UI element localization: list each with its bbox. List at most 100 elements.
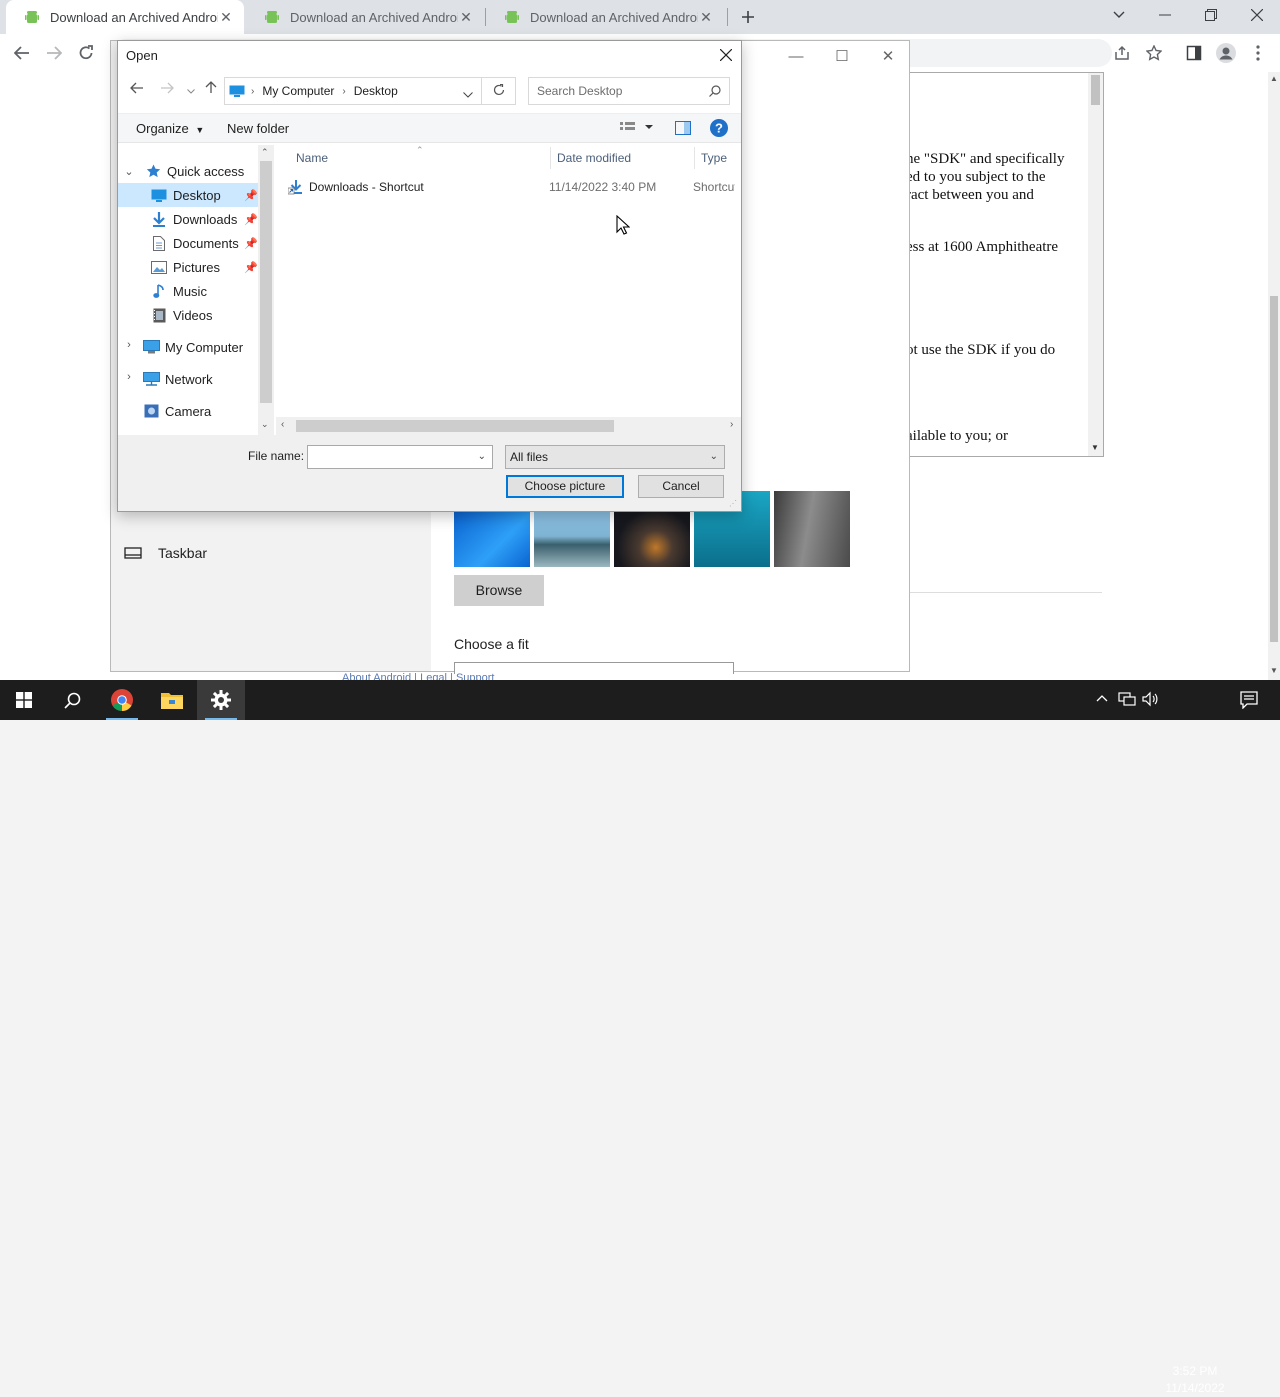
nav-scroll-down-icon[interactable]: ⌄ [261,419,269,430]
dialog-close-icon[interactable] [715,43,737,67]
volume-icon[interactable] [1142,691,1158,710]
organize-menu[interactable]: Organize ▼ [136,121,204,136]
my-computer-expand-chevron-icon[interactable]: › [123,339,135,351]
browser-tab-3[interactable]: Download an Archived Android S ✕ [486,0,724,34]
pin-icon[interactable]: 📌 [244,189,258,202]
nav-item-pictures[interactable]: Pictures 📌 [118,255,260,279]
pin-icon[interactable]: 📌 [244,261,258,274]
network-expand-chevron-icon[interactable]: › [123,371,135,383]
view-options-icon[interactable] [620,120,654,137]
choose-picture-button[interactable]: Choose picture [506,475,624,498]
settings-gear-icon[interactable] [197,680,245,720]
menu-kebab-icon[interactable] [1244,39,1272,67]
nav-camera[interactable]: Camera [142,399,260,423]
file-type-select[interactable]: All files ⌄ [505,445,725,469]
nav-network[interactable]: Network [142,367,260,391]
nav-item-music[interactable]: Music [118,279,260,303]
reload-icon[interactable] [72,39,100,67]
background-thumbnail-beach[interactable] [534,511,610,567]
license-scroll-down-icon[interactable]: ▼ [1091,443,1099,452]
recent-locations-chevron-icon[interactable] [180,79,202,101]
navigation-pane-scrollbar-thumb[interactable] [260,161,272,403]
browser-tab-1[interactable]: Download an Archived Android S ✕ [6,0,244,34]
dialog-address-bar[interactable]: › My Computer › Desktop [224,77,482,105]
settings-taskbar-item[interactable]: Taskbar [124,545,207,561]
dialog-search-box[interactable]: Search Desktop [528,77,730,105]
background-thumbnail-night[interactable] [614,511,690,567]
tab-search-chevron-icon[interactable] [1096,0,1142,30]
dialog-titlebar[interactable]: Open [118,41,741,71]
notification-center-icon[interactable] [1240,691,1258,712]
column-divider[interactable] [694,147,695,169]
nav-item-documents[interactable]: Documents 📌 [118,231,260,255]
nav-scroll-up-icon[interactable]: ⌃ [261,147,269,158]
hscroll-left-icon[interactable]: ‹ [281,419,284,430]
settings-maximize-icon[interactable]: ☐ [819,45,865,69]
file-name-dropdown-chevron-icon[interactable]: ⌄ [478,451,486,462]
license-scrollbar-thumb[interactable] [1091,75,1100,105]
page-scrollbar-thumb[interactable] [1270,296,1278,642]
forward-arrow-icon[interactable] [40,39,68,67]
tab-close-icon[interactable]: ✕ [218,9,234,25]
share-icon[interactable] [1108,39,1136,67]
settings-minimize-icon[interactable]: — [773,45,819,69]
back-arrow-icon[interactable] [8,39,36,67]
file-explorer-icon[interactable] [148,680,196,720]
column-header-date-modified[interactable]: Date modified [557,151,631,165]
tray-chevron-up-icon[interactable] [1096,690,1108,705]
nav-item-downloads[interactable]: Downloads 📌 [118,207,260,231]
browser-tab-2[interactable]: Download an Archived Android S ✕ [246,0,484,34]
choose-fit-dropdown[interactable] [454,662,734,674]
profile-avatar-icon[interactable] [1212,39,1240,67]
file-list-scrollbar-thumb[interactable] [296,420,614,432]
tab-close-icon[interactable]: ✕ [698,9,714,25]
preview-pane-icon[interactable] [675,121,691,138]
system-clock[interactable]: 3:52 PM 11/14/2022 [1160,1363,1230,1397]
pin-icon[interactable]: 📌 [244,237,258,250]
nav-quick-access[interactable]: Quick access [144,159,260,183]
page-scrollbar[interactable]: ▲ ▼ [1268,72,1280,680]
license-scrollbar[interactable]: ▼ [1088,73,1103,456]
start-windows-icon[interactable] [0,680,48,720]
scroll-up-arrow-icon[interactable]: ▲ [1270,74,1278,83]
new-folder-button[interactable]: New folder [227,121,289,136]
file-row[interactable]: Downloads - Shortcut 11/14/2022 3:40 PM … [288,176,743,198]
background-thumbnail-rock[interactable] [774,491,850,567]
tab-close-icon[interactable]: ✕ [458,9,474,25]
hscroll-right-icon[interactable]: › [730,419,733,430]
nav-item-videos[interactable]: Videos [118,303,260,327]
restore-icon[interactable] [1188,0,1234,30]
file-name-input[interactable]: ⌄ [307,445,493,469]
breadcrumb-desktop[interactable]: Desktop [354,84,398,98]
help-icon[interactable]: ? [710,119,728,140]
up-folder-icon[interactable] [200,79,222,101]
scroll-down-arrow-icon[interactable]: ▼ [1270,666,1278,675]
settings-close-icon[interactable]: ✕ [865,45,911,69]
background-thumbnail-windows[interactable] [454,511,530,567]
close-window-icon[interactable] [1234,0,1280,30]
dialog-forward-icon[interactable] [156,79,178,101]
file-list-horizontal-scrollbar[interactable]: ‹ › [276,417,741,435]
quick-access-expand-chevron-icon[interactable]: ⌄ [123,165,135,178]
chrome-icon[interactable] [98,680,146,720]
network-tray-icon[interactable] [1118,691,1136,710]
side-panel-icon[interactable] [1180,39,1208,67]
nav-item-desktop[interactable]: Desktop 📌 [118,183,260,207]
minimize-icon[interactable] [1142,0,1188,30]
pin-icon[interactable]: 📌 [244,213,258,226]
column-header-name[interactable]: Name [296,151,328,165]
new-tab-plus-icon[interactable] [734,3,762,31]
browse-button[interactable]: Browse [454,575,544,606]
dialog-back-icon[interactable] [126,79,148,101]
dialog-refresh-icon[interactable] [482,77,516,105]
nav-my-computer[interactable]: My Computer [142,335,260,359]
search-icon[interactable] [48,680,96,720]
resize-grip-icon[interactable]: ⋰ [729,499,737,508]
address-dropdown-chevron-icon[interactable] [463,86,473,101]
column-header-type[interactable]: Type [701,151,727,165]
breadcrumb-my-computer[interactable]: My Computer [262,84,334,98]
column-divider[interactable] [550,147,551,169]
navigation-pane-scrollbar[interactable]: ⌃ ⌄ [258,145,274,435]
cancel-button[interactable]: Cancel [638,475,724,498]
bookmark-star-icon[interactable] [1140,39,1168,67]
